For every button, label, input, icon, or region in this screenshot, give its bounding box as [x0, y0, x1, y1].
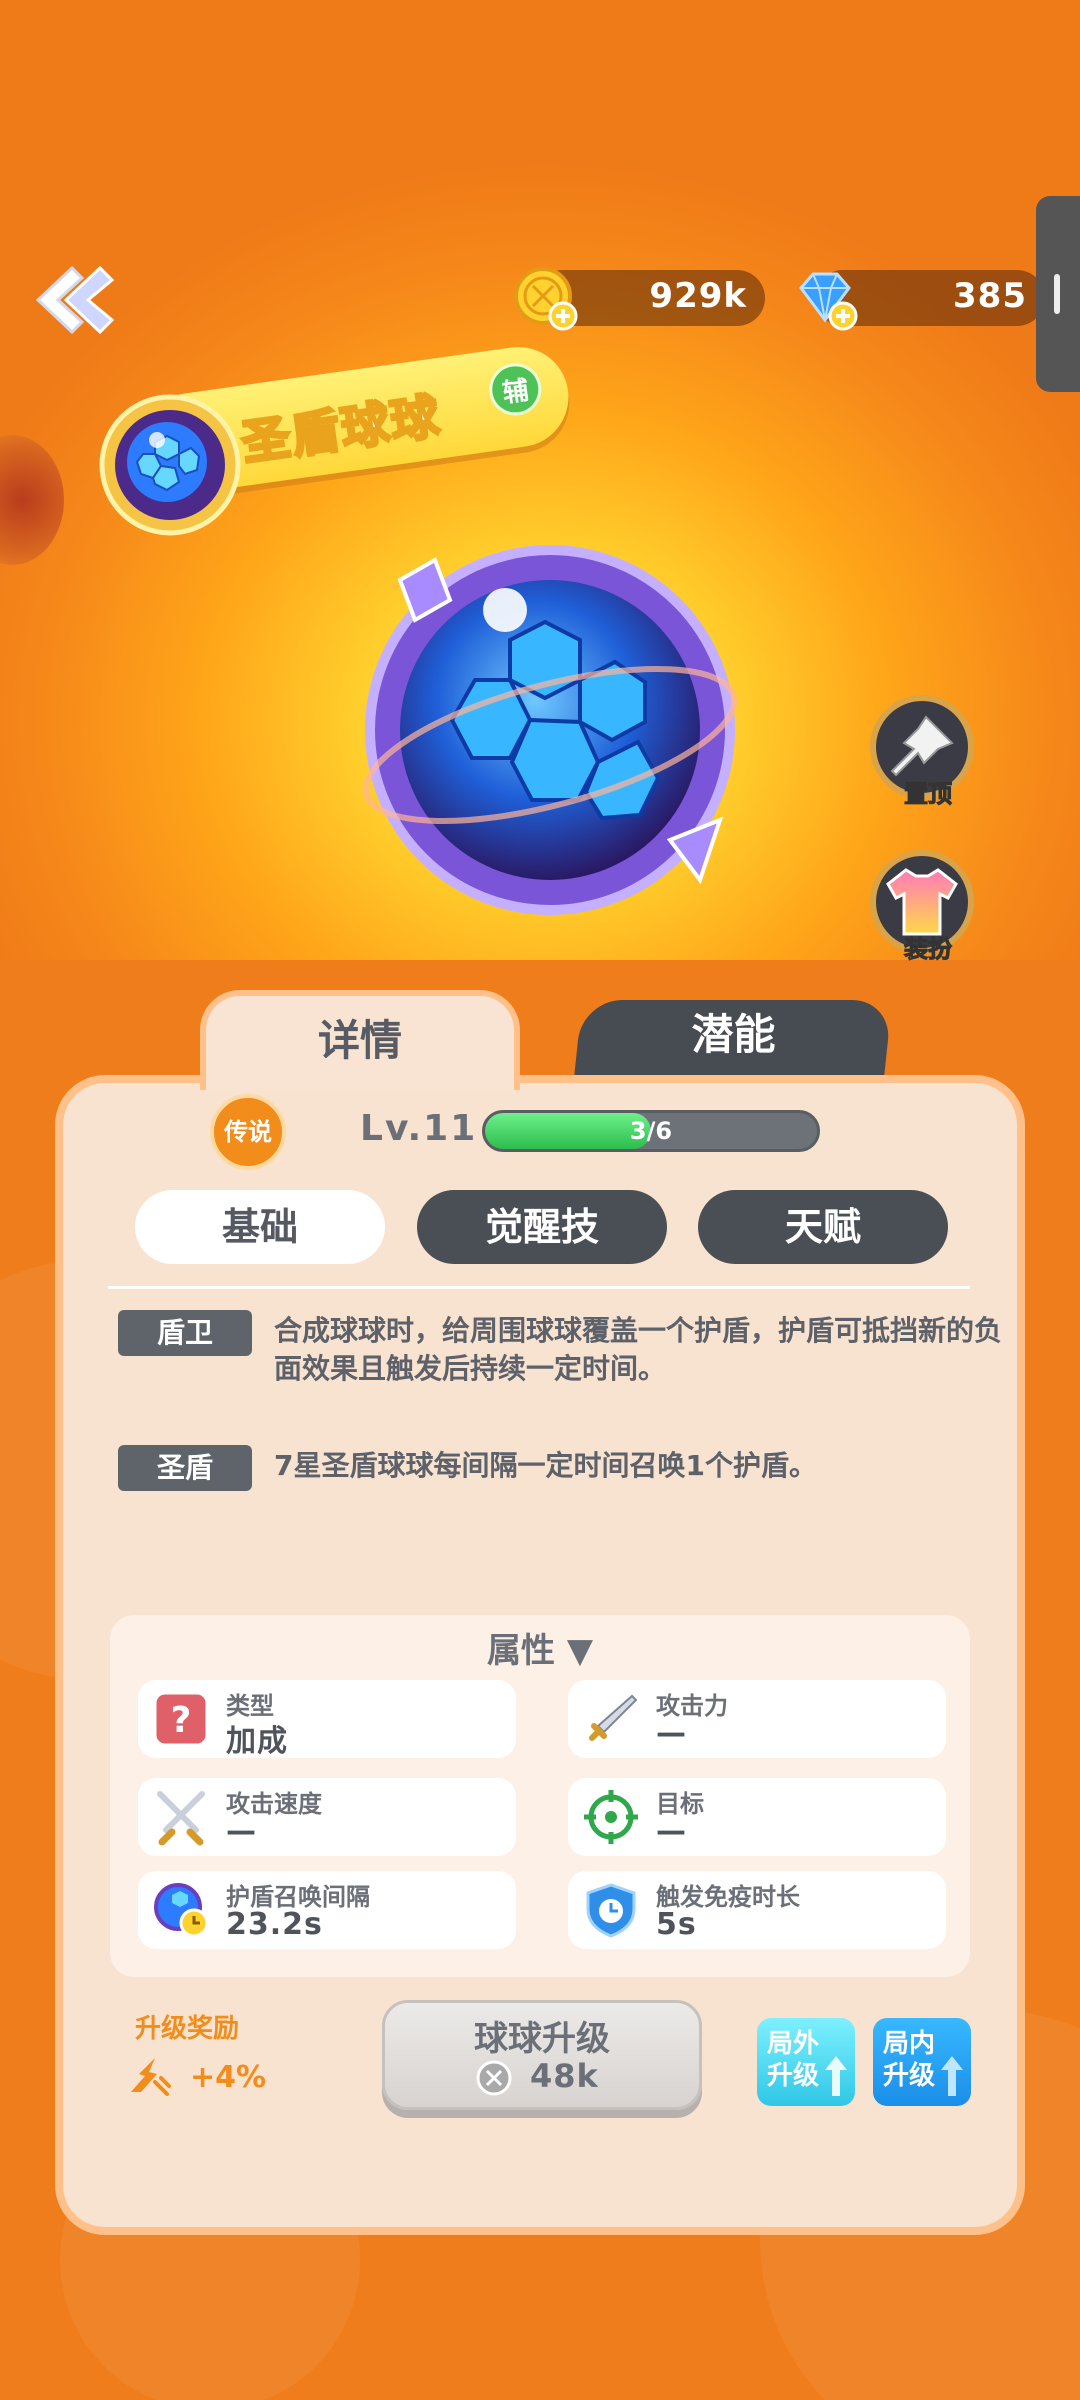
skin-label: 装扮: [904, 935, 953, 964]
skill-tag: 盾卫: [118, 1310, 252, 1356]
upgrade-reward-value: +4%: [190, 2060, 267, 2095]
skill-description: 合成球球时，给周围球球覆盖一个护盾，护盾可抵挡新的负面效果且触发后持续一定时间。: [274, 1314, 1003, 1385]
skill-description: 7星圣盾球球每间隔一定时间召唤1个护盾。: [274, 1449, 817, 1482]
skill-row: 盾卫 合成球球时，给周围球球覆盖一个护盾，护盾可抵挡新的负面效果且触发后持续一定…: [118, 1310, 1002, 1430]
skill-row: 圣盾 7星圣盾球球每间隔一定时间召唤1个护盾。: [118, 1445, 988, 1495]
attribute-value: —: [656, 1814, 687, 1849]
subtab-awaken[interactable]: 觉醒技: [417, 1190, 667, 1264]
xp-progress-text: 3/6: [629, 1117, 673, 1145]
target-icon: [584, 1790, 638, 1844]
arrow-up-icon: [941, 2056, 963, 2096]
pin-label: 置顶: [904, 780, 953, 809]
gold-currency[interactable]: 929k: [514, 267, 765, 331]
rarity-badge: 传说: [210, 1094, 286, 1170]
out-game-upgrade-label: 局外升级: [767, 2029, 820, 2091]
triangle-down-icon: ▼: [566, 1631, 593, 1671]
ball-name: 圣盾球球: [237, 387, 446, 473]
ball-clock-icon: [154, 1883, 209, 1938]
upgrade-reward-title: 升级奖励: [135, 2014, 240, 2044]
subtab-basic[interactable]: 基础: [135, 1190, 385, 1264]
attribute-value: 23.2s: [226, 1907, 323, 1942]
tab-details-label: 详情: [317, 1016, 402, 1065]
ball-upgrade-button[interactable]: 球球升级 48k: [382, 2000, 702, 2110]
attributes-toggle[interactable]: 属性 ▼: [110, 1623, 970, 1672]
double-chevron-left-icon: [35, 265, 115, 335]
attribute-card-target: 目标 —: [568, 1778, 946, 1856]
tab-potential[interactable]: 潜能: [573, 1000, 893, 1080]
svg-text:?: ?: [171, 1700, 192, 1741]
out-game-upgrade-button[interactable]: 局外升级: [757, 2018, 855, 2106]
in-game-upgrade-button[interactable]: 局内升级: [873, 2018, 971, 2106]
arrow-up-icon: [825, 2056, 847, 2096]
diamond-icon: [799, 272, 858, 331]
shield-ball-artwork: [362, 545, 738, 915]
crossed-swords-icon: [157, 1791, 205, 1846]
attribute-card-attack: 攻击力 —: [568, 1680, 946, 1758]
subtab-talent[interactable]: 天赋: [698, 1190, 948, 1264]
skill-tag: 圣盾: [118, 1445, 252, 1491]
attack-boost-icon: [131, 2058, 171, 2096]
attribute-card-attack-speed: 攻击速度 —: [138, 1778, 516, 1856]
gold-coin-icon: [514, 267, 578, 331]
ball-avatar-icon: [99, 394, 241, 536]
attribute-value: —: [656, 1716, 687, 1751]
gold-amount: 929k: [649, 276, 747, 316]
level-text: Lv.11: [360, 1108, 478, 1149]
tab-potential-label: 潜能: [691, 1010, 776, 1059]
back-button[interactable]: [20, 250, 120, 350]
shield-clock-icon: [586, 1883, 636, 1938]
in-game-upgrade-label: 局内升级: [883, 2029, 936, 2091]
side-drawer-handle[interactable]: [1036, 196, 1080, 392]
tab-details[interactable]: 详情: [200, 990, 520, 1090]
question-icon: ?: [153, 1691, 209, 1747]
attribute-card-type: ? 类型 加成: [138, 1680, 516, 1759]
sword-icon: [589, 1694, 638, 1741]
upgrade-cost: 48k: [530, 2057, 599, 2095]
attribute-value: 加成: [226, 1724, 288, 1759]
gem-amount: 385: [953, 276, 1027, 316]
upgrade-coin-icon: [476, 2060, 512, 2096]
attributes-title: 属性: [487, 1631, 555, 1671]
attribute-card-shield-interval: 护盾召唤间隔 23.2s: [138, 1871, 516, 1949]
divider: [108, 1286, 970, 1289]
pin-button[interactable]: 置顶: [870, 695, 974, 809]
xp-progress-bar: 3/6: [482, 1110, 820, 1152]
attribute-value: —: [226, 1814, 257, 1849]
gem-currency[interactable]: 385: [799, 270, 1045, 331]
attributes-section: 属性 ▼ ? 类型 加成 攻击力 — 攻击速度 — 目标 — 护盾召唤间隔 23…: [110, 1615, 970, 1977]
attribute-card-immunity-duration: 触发免疫时长 5s: [568, 1871, 946, 1949]
left-edge-orb[interactable]: [0, 435, 64, 565]
upgrade-button-label: 球球升级: [474, 2019, 610, 2059]
skin-button[interactable]: 装扮: [870, 850, 974, 964]
role-badge: 辅: [485, 360, 545, 419]
attribute-value: 5s: [656, 1907, 697, 1942]
